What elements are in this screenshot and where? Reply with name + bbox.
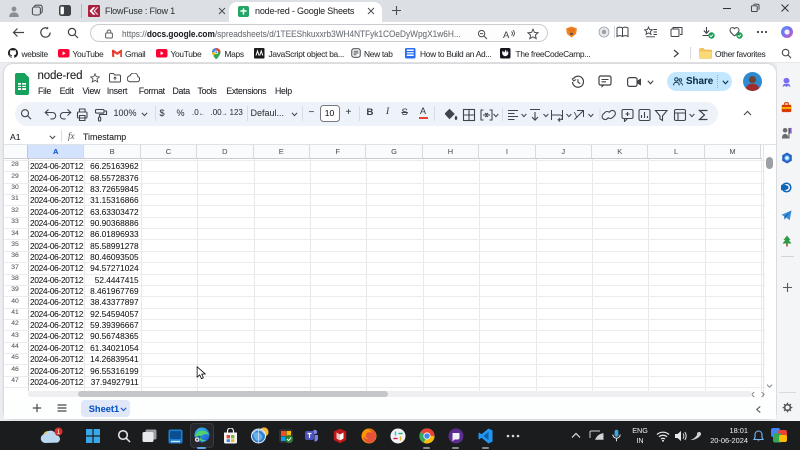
svg-text:A: A [503,30,510,40]
